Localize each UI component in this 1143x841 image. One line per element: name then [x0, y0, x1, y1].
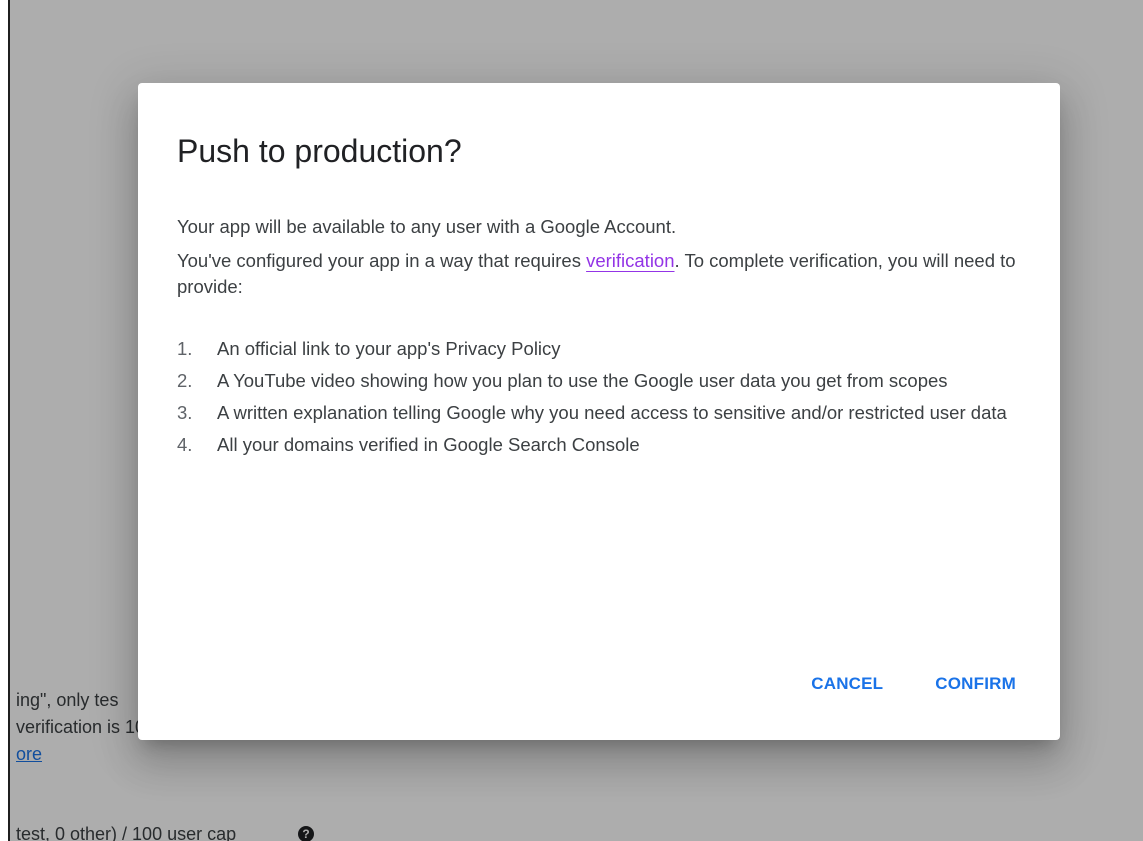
verification-requirement-text: You've configured your app in a way that…: [177, 248, 1017, 300]
list-item: 3. A written explanation telling Google …: [177, 400, 1017, 426]
step-number: 2.: [177, 370, 193, 391]
verification-text-before: You've configured your app in a way that…: [177, 250, 587, 271]
step-text: A YouTube video showing how you plan to …: [217, 370, 948, 391]
list-item: 4. All your domains verified in Google S…: [177, 432, 1017, 458]
verification-link[interactable]: verification: [586, 250, 674, 271]
list-item: 2. A YouTube video showing how you plan …: [177, 368, 1017, 394]
availability-text: Your app will be available to any user w…: [177, 216, 677, 237]
step-number: 3.: [177, 402, 193, 423]
step-text: All your domains verified in Google Sear…: [217, 434, 640, 455]
step-number: 4.: [177, 434, 193, 455]
dialog-actions: CANCEL CONFIRM: [811, 674, 1016, 694]
step-text: An official link to your app's Privacy P…: [217, 338, 561, 359]
verification-steps-list: 1. An official link to your app's Privac…: [177, 336, 1017, 458]
step-number: 1.: [177, 338, 193, 359]
confirm-button[interactable]: CONFIRM: [935, 674, 1016, 694]
dialog-title: Push to production?: [177, 133, 462, 169]
page: ing", only tes verification is 100, and …: [0, 0, 1143, 841]
step-text: A written explanation telling Google why…: [217, 402, 1007, 423]
cancel-button[interactable]: CANCEL: [811, 674, 883, 694]
list-item: 1. An official link to your app's Privac…: [177, 336, 1017, 362]
push-to-production-dialog: Push to production? Your app will be ava…: [138, 83, 1060, 740]
dialog-body: Your app will be available to any user w…: [177, 214, 1017, 464]
